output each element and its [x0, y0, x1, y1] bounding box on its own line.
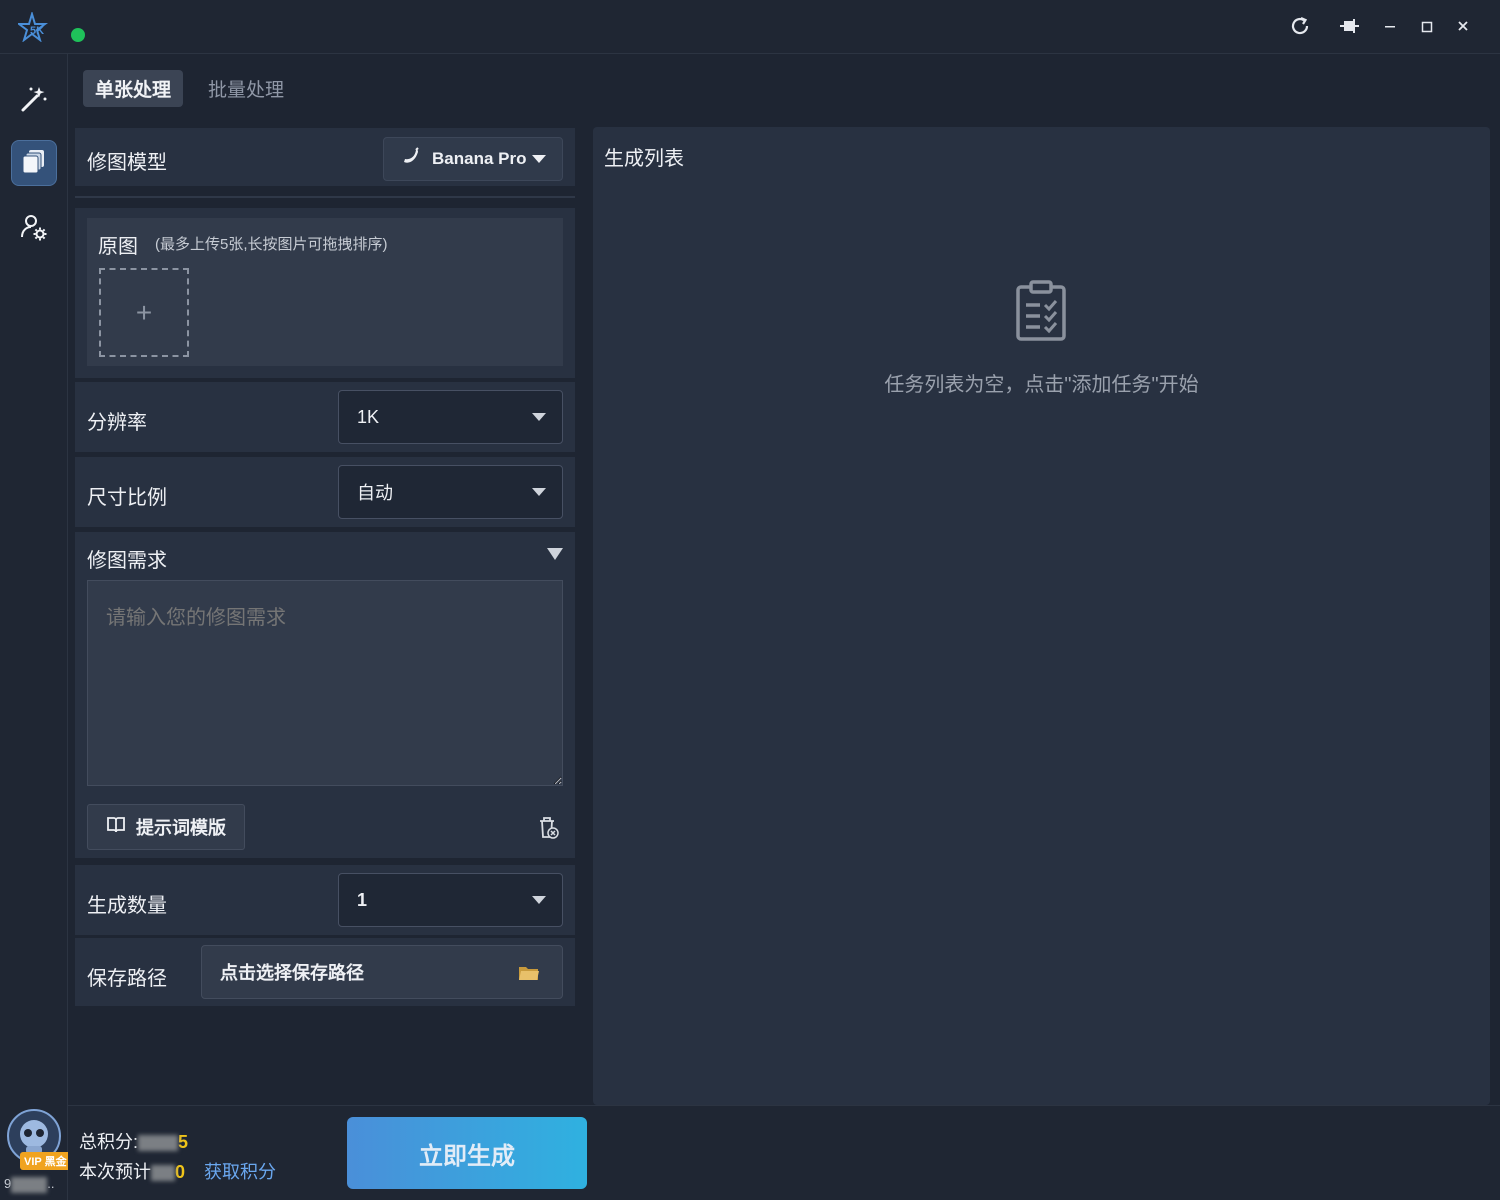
requirement-section: 修图需求 提示词模版 — [75, 532, 575, 858]
ratio-row: 尺寸比例 自动 — [75, 457, 575, 527]
model-value: Banana Pro — [432, 149, 527, 168]
collapse-toggle-icon[interactable] — [547, 548, 563, 560]
refresh-icon[interactable] — [1284, 10, 1316, 42]
source-box: 原图 (最多上传5张,长按图片可拖拽排序) + — [87, 218, 563, 366]
count-value: 1 — [357, 889, 368, 910]
layers-icon — [20, 147, 48, 180]
banana-icon — [400, 146, 422, 173]
chevron-down-icon — [532, 413, 546, 421]
tab-single[interactable]: 单张处理 — [83, 70, 184, 107]
count-select[interactable]: 1 — [338, 873, 563, 927]
total-points: 总积分: 5 — [79, 1128, 188, 1154]
plus-icon: + — [135, 296, 153, 328]
book-icon — [106, 816, 126, 839]
folder-icon — [518, 964, 540, 987]
prompt-template-label: 提示词模版 — [136, 818, 226, 838]
generate-list-title: 生成列表 — [604, 148, 684, 170]
clipboard-empty-icon — [1015, 279, 1067, 346]
generate-button[interactable]: 立即生成 — [347, 1117, 587, 1189]
model-label: 修图模型 — [87, 152, 167, 174]
maximize-icon[interactable] — [1411, 10, 1443, 42]
bottom-bar — [68, 1105, 1500, 1200]
ratio-label: 尺寸比例 — [87, 487, 167, 509]
title-bar: 5K — [0, 0, 1500, 54]
estimate-suffix: 0 — [175, 1162, 186, 1182]
save-path-row: 保存路径 点击选择保存路径 — [75, 938, 575, 1006]
model-row: 修图模型 Banana Pro — [75, 128, 575, 186]
pin-icon[interactable] — [1333, 10, 1365, 42]
resolution-select[interactable]: 1K — [338, 390, 563, 444]
masked-account — [11, 1176, 48, 1193]
app-logo-icon: 5K — [16, 10, 52, 43]
magic-wand-icon — [19, 84, 49, 119]
resolution-value: 1K — [357, 406, 380, 427]
chevron-down-icon — [532, 488, 546, 496]
chevron-down-icon — [532, 155, 546, 163]
account-prefix: 9 — [4, 1176, 12, 1191]
sidebar: VIP 黑金 9.. — [0, 54, 71, 1200]
source-section: 原图 (最多上传5张,长按图片可拖拽排序) + — [75, 208, 575, 378]
svg-text:5K: 5K — [30, 25, 44, 37]
user-settings-icon — [19, 212, 49, 247]
sidebar-item-user-settings[interactable] — [11, 206, 57, 252]
prompt-template-button[interactable]: 提示词模版 — [87, 804, 245, 850]
chevron-down-icon — [532, 896, 546, 904]
tab-batch[interactable]: 批量处理 — [196, 70, 296, 107]
close-icon[interactable] — [1447, 10, 1479, 42]
empty-state-text: 任务列表为空，点击"添加任务"开始 — [884, 374, 1199, 396]
save-path-placeholder: 点击选择保存路径 — [220, 963, 364, 983]
vip-badge: VIP 黑金 — [20, 1152, 71, 1170]
masked-total-points — [138, 1135, 179, 1152]
divider — [75, 196, 575, 198]
generate-list-panel: 生成列表 任务列表为空，点击"添加任务"开始 — [593, 127, 1490, 1105]
total-points-suffix: 5 — [178, 1132, 189, 1152]
account-suffix: .. — [47, 1176, 55, 1191]
minimize-icon[interactable] — [1374, 10, 1406, 42]
source-label: 原图 — [98, 236, 138, 258]
estimated-cost: 本次预计 0 — [79, 1158, 185, 1184]
online-status-dot — [71, 28, 85, 42]
resolution-label: 分辨率 — [87, 412, 147, 434]
model-select[interactable]: Banana Pro — [383, 137, 563, 181]
ratio-select[interactable]: 自动 — [338, 465, 563, 519]
source-hint: (最多上传5张,长按图片可拖拽排序) — [155, 236, 388, 253]
sidebar-item-layers[interactable] — [11, 140, 57, 186]
resolution-row: 分辨率 1K — [75, 382, 575, 452]
add-image-button[interactable]: + — [99, 268, 189, 357]
count-label: 生成数量 — [87, 895, 167, 917]
ratio-value: 自动 — [357, 483, 393, 503]
get-points-link[interactable]: 获取积分 — [204, 1158, 276, 1184]
requirement-textarea[interactable] — [87, 580, 563, 786]
total-points-label: 总积分: — [79, 1132, 139, 1152]
requirement-label: 修图需求 — [87, 550, 167, 572]
save-path-picker[interactable]: 点击选择保存路径 — [201, 945, 563, 999]
clear-icon[interactable] — [537, 816, 559, 845]
save-path-label: 保存路径 — [87, 968, 167, 990]
account-name: 9.. — [4, 1176, 54, 1193]
masked-estimate — [151, 1165, 175, 1182]
sidebar-item-magic[interactable] — [11, 78, 57, 124]
estimate-label: 本次预计 — [79, 1162, 151, 1182]
avatar[interactable]: VIP 黑金 — [6, 1108, 71, 1170]
count-row: 生成数量 1 — [75, 865, 575, 935]
